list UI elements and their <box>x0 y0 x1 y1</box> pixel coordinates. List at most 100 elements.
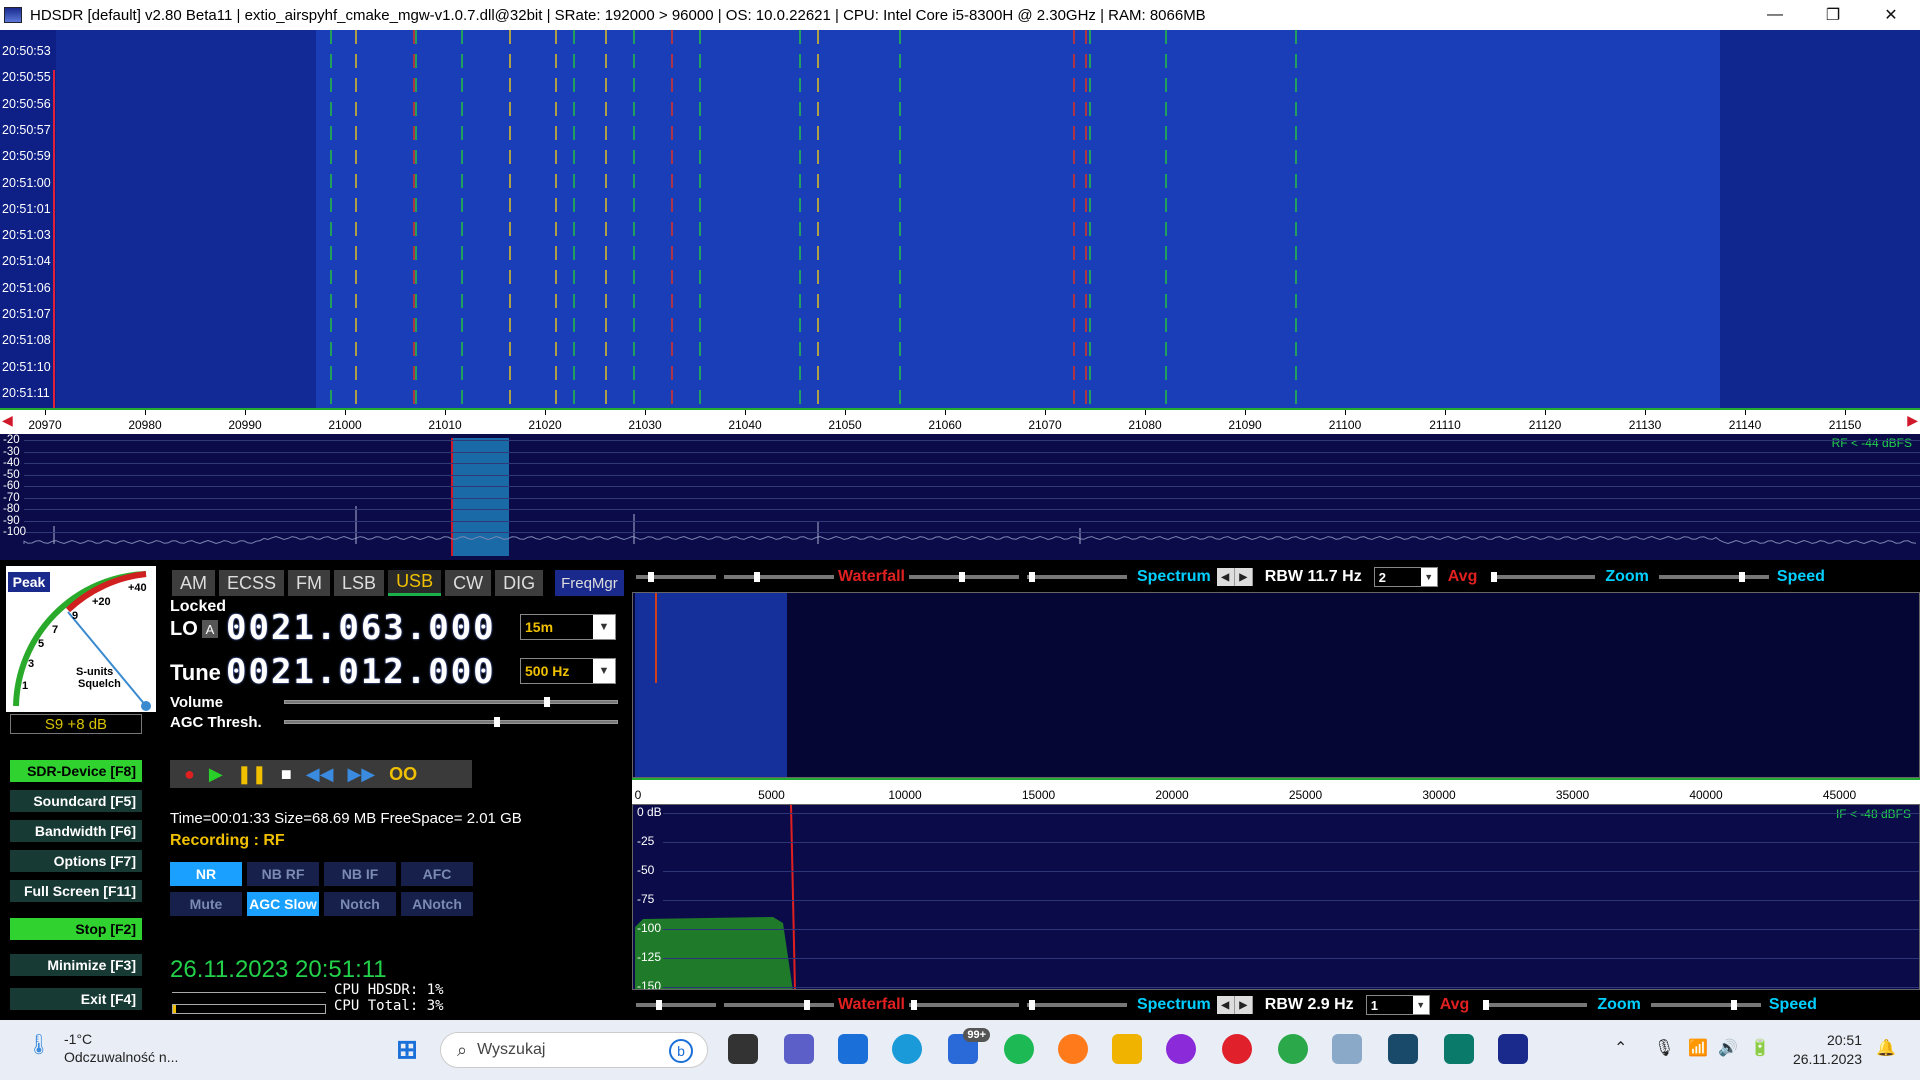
afc-button[interactable]: AFC <box>401 862 473 886</box>
left-button-full[interactable]: Full Screen [F11] <box>10 880 142 902</box>
tray-overflow-icon[interactable]: ⌃ <box>1614 1038 1627 1058</box>
task-view-icon[interactable] <box>728 1034 758 1064</box>
zoom-slider[interactable] <box>1491 572 1596 582</box>
mode-fm-button[interactable]: FM <box>288 570 331 596</box>
af-spectrum-brightness-slider[interactable] <box>1026 1000 1127 1010</box>
waterfall-brightness-slider[interactable] <box>724 572 834 582</box>
minimize-button[interactable]: — <box>1746 0 1804 30</box>
rf-spectrum[interactable]: RF < -44 dBFS -20 -30 -40 -50 -60 -70 -80 -90 -1… <box>0 434 1920 560</box>
rbw-right-arrow-icon[interactable]: ▶ <box>1235 568 1253 586</box>
mode-lsb-button[interactable]: LSB <box>334 570 385 596</box>
rbw-left-arrow-icon[interactable]: ◀ <box>1217 568 1235 586</box>
spotify-icon[interactable] <box>1004 1034 1034 1064</box>
mode-am-button[interactable]: AM <box>172 570 215 596</box>
edge-icon[interactable] <box>892 1034 922 1064</box>
peak-button[interactable]: Peak <box>8 572 50 592</box>
left-button-sdr-device[interactable]: SDR-Device [F8] <box>10 760 142 782</box>
agc-threshold-slider-knob[interactable] <box>494 717 501 727</box>
taskbar-clock[interactable]: 20:51 26.11.2023 <box>1793 1031 1862 1069</box>
bing-icon[interactable]: b <box>669 1039 693 1063</box>
chart-app-icon[interactable] <box>1332 1034 1362 1064</box>
rf-frequency-scale[interactable]: ◀ ▶ 20970 20980 20990 21000 21010 21020 21030 2… <box>0 408 1920 434</box>
fast-forward-button[interactable]: ▶▶ <box>347 764 375 785</box>
volume-icon[interactable]: 🔊 <box>1718 1038 1738 1058</box>
mode-cw-button[interactable]: CW <box>445 570 492 596</box>
battery-icon[interactable]: 🔋 <box>1750 1038 1770 1058</box>
af-frequency-scale[interactable]: 0 5000 10000 15000 20000 25000 30000 35000 40000… <box>632 778 1920 804</box>
left-button-soundcard[interactable]: Soundcard [F5] <box>10 790 142 812</box>
mode-ecss-button[interactable]: ECSS <box>219 570 285 596</box>
nr-button[interactable]: NR <box>170 862 242 886</box>
spectrum-brightness-slider[interactable] <box>1026 572 1127 582</box>
hdsdr-taskbar-icon[interactable] <box>1498 1034 1528 1064</box>
rewind-button[interactable]: ◀◀ <box>306 764 334 785</box>
lo-frequency-display[interactable]: 0021.063.000 <box>226 608 496 648</box>
scale-left-arrow-icon[interactable]: ◀ <box>2 412 13 429</box>
lo-lock-a-button[interactable]: A <box>202 620 218 638</box>
af-rbw-right-arrow-icon[interactable]: ▶ <box>1235 996 1253 1014</box>
af-spectrum[interactable]: IF < -48 dBFS 0 dB -25 -50 -75 -100 -125 -150 <box>632 804 1920 990</box>
mute-button[interactable]: Mute <box>170 892 242 916</box>
nb-if-button[interactable]: NB IF <box>324 862 396 886</box>
app-mask-icon[interactable] <box>1166 1034 1196 1064</box>
terminal-app-icon[interactable] <box>1444 1034 1474 1064</box>
freqmgr-button[interactable]: FreqMgr <box>555 570 624 596</box>
waterfall-contrast-slider[interactable] <box>636 572 716 582</box>
left-button-minimize[interactable]: Minimize [F3] <box>10 954 142 976</box>
nb-rf-button[interactable]: NB RF <box>247 862 319 886</box>
play-button[interactable]: ▶ <box>209 764 223 785</box>
avg-dropdown[interactable]: 2 ▼ <box>1373 567 1438 587</box>
spectrum-contrast-slider[interactable] <box>908 572 1019 582</box>
restore-button[interactable]: ❐ <box>1804 0 1862 30</box>
af-waterfall[interactable] <box>632 592 1920 778</box>
volume-slider[interactable] <box>284 697 618 707</box>
agc-slow-button[interactable]: AGC Slow <box>247 892 319 916</box>
af-avg-dropdown[interactable]: 1 ▼ <box>1365 995 1430 1015</box>
weather-widget[interactable]: 🌡 -1°C Odczuwalność n... <box>26 1030 178 1066</box>
file-explorer-icon[interactable] <box>1112 1034 1142 1064</box>
tune-frequency-display[interactable]: 0021.012.000 <box>226 652 496 692</box>
opera-icon[interactable] <box>1222 1034 1252 1064</box>
af-zoom-slider[interactable] <box>1483 1000 1588 1010</box>
af-rbw-arrows[interactable]: ◀ ▶ <box>1216 996 1253 1014</box>
notch-button[interactable]: Notch <box>324 892 396 916</box>
agc-threshold-slider[interactable] <box>284 717 618 727</box>
af-waterfall-brightness-slider[interactable] <box>724 1000 834 1010</box>
rbw-arrows[interactable]: ◀ ▶ <box>1216 568 1253 586</box>
left-button-bandwidth[interactable]: Bandwidth [F6] <box>10 820 142 842</box>
wifi-icon[interactable]: 📶 <box>1688 1038 1708 1058</box>
meter-squelch-label[interactable]: Squelch <box>78 678 121 690</box>
firefox-icon[interactable] <box>1058 1034 1088 1064</box>
af-speed-slider[interactable] <box>1650 1000 1761 1010</box>
left-button-stop[interactable]: Stop [F2] <box>10 918 142 940</box>
chrome-icon[interactable] <box>1278 1034 1308 1064</box>
mail-icon[interactable]: 99+ <box>948 1028 990 1064</box>
af-rbw-left-arrow-icon[interactable]: ◀ <box>1217 996 1235 1014</box>
left-button-exit[interactable]: Exit [F4] <box>10 988 142 1010</box>
pause-button[interactable]: ❚❚ <box>237 764 267 785</box>
sdr-tool-icon[interactable] <box>1388 1034 1418 1064</box>
teams-icon[interactable] <box>784 1034 814 1064</box>
close-button[interactable]: ✕ <box>1862 0 1920 30</box>
stop-record-button[interactable]: ■ <box>281 764 292 785</box>
taskbar-search[interactable]: ⌕ Wyszukaj b <box>440 1032 708 1068</box>
step-dropdown[interactable]: 500 Hz ▼ <box>520 658 616 684</box>
volume-slider-knob[interactable] <box>543 697 550 707</box>
af-waterfall-contrast-slider[interactable] <box>636 1000 716 1010</box>
band-dropdown[interactable]: 15m ▼ <box>520 614 616 640</box>
store-icon[interactable] <box>838 1034 868 1064</box>
af-spectrum-contrast-slider[interactable] <box>908 1000 1019 1010</box>
left-button-options[interactable]: Options [F7] <box>10 850 142 872</box>
record-button[interactable]: ● <box>184 764 195 785</box>
mode-dig-button[interactable]: DIG <box>495 570 544 596</box>
notification-bell-icon[interactable]: 🔔 <box>1876 1038 1896 1058</box>
speed-slider[interactable] <box>1658 572 1769 582</box>
microphone-icon[interactable]: 🎙 <box>1654 1038 1674 1058</box>
loop-button[interactable]: OO <box>389 764 417 785</box>
mode-usb-button[interactable]: USB <box>388 570 442 596</box>
rf-waterfall[interactable]: 20:50:53 20:50:55 20:50:56 20:50:57 20:50:59… <box>0 30 1920 408</box>
windows-start-icon[interactable]: ⊞ <box>392 1034 422 1064</box>
scale-right-arrow-icon[interactable]: ▶ <box>1907 412 1918 429</box>
anotch-button[interactable]: ANotch <box>401 892 473 916</box>
af-spectrum-y-label: -50 <box>637 863 655 877</box>
